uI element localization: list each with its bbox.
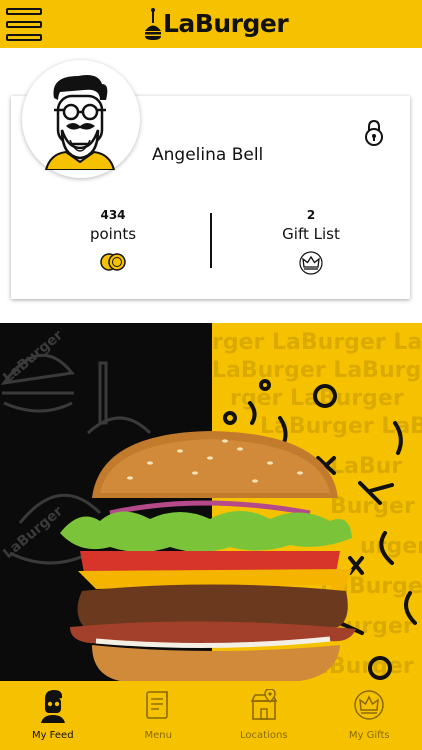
points-stat[interactable]: 434 points: [38, 207, 188, 273]
hamburger-menu-icon[interactable]: [6, 8, 42, 42]
store-location-icon: [250, 689, 278, 720]
tab-locations-label: Locations: [239, 730, 288, 741]
tab-my-gifts-label: My Gifts: [348, 730, 390, 741]
points-label: points: [89, 225, 137, 243]
tab-menu[interactable]: Menu: [106, 681, 212, 750]
coins-icon: [100, 253, 126, 271]
avatar[interactable]: [22, 60, 140, 178]
bearded-man-avatar-icon: [44, 75, 116, 170]
tab-menu-label: Menu: [144, 730, 172, 741]
brand-logo: LaBurger: [143, 6, 289, 42]
crown-icon: [299, 251, 323, 275]
tab-locations[interactable]: Locations: [211, 681, 317, 750]
gift-list-stat[interactable]: 2 Gift List: [236, 207, 386, 275]
tab-my-gifts[interactable]: My Gifts: [317, 681, 422, 750]
svg-text:LaBurger LaBurger: LaBurger LaBurger: [212, 358, 422, 383]
brand-name: LaBurger: [163, 9, 289, 38]
app-header: LaBurger: [0, 0, 422, 48]
lock-icon[interactable]: [364, 120, 384, 146]
gifts-label: Gift List: [282, 225, 340, 243]
menu-book-icon: [146, 691, 169, 719]
gifts-value: 2: [306, 208, 316, 222]
hero-banner[interactable]: rger LaBurger LaBur LaBurger LaBurger rg…: [0, 323, 422, 681]
points-value: 434: [100, 208, 126, 222]
bottom-nav: My Feed Menu Locations My Gifts: [0, 681, 422, 750]
burger-promo-image: rger LaBurger LaBur LaBurger LaBurger rg…: [0, 323, 422, 681]
stats-divider: [210, 213, 212, 268]
svg-text:urger: urger: [360, 534, 422, 559]
svg-text:rger LaBurger LaBur: rger LaBurger LaBur: [212, 330, 422, 355]
svg-text:LaBur: LaBur: [330, 454, 402, 479]
user-feed-icon: [40, 690, 65, 723]
user-name: Angelina Bell: [152, 145, 264, 165]
tab-my-feed-label: My Feed: [31, 730, 74, 741]
burger-logo-icon: [145, 8, 161, 40]
tab-my-feed[interactable]: My Feed: [0, 681, 106, 750]
crown-icon: [354, 690, 384, 720]
